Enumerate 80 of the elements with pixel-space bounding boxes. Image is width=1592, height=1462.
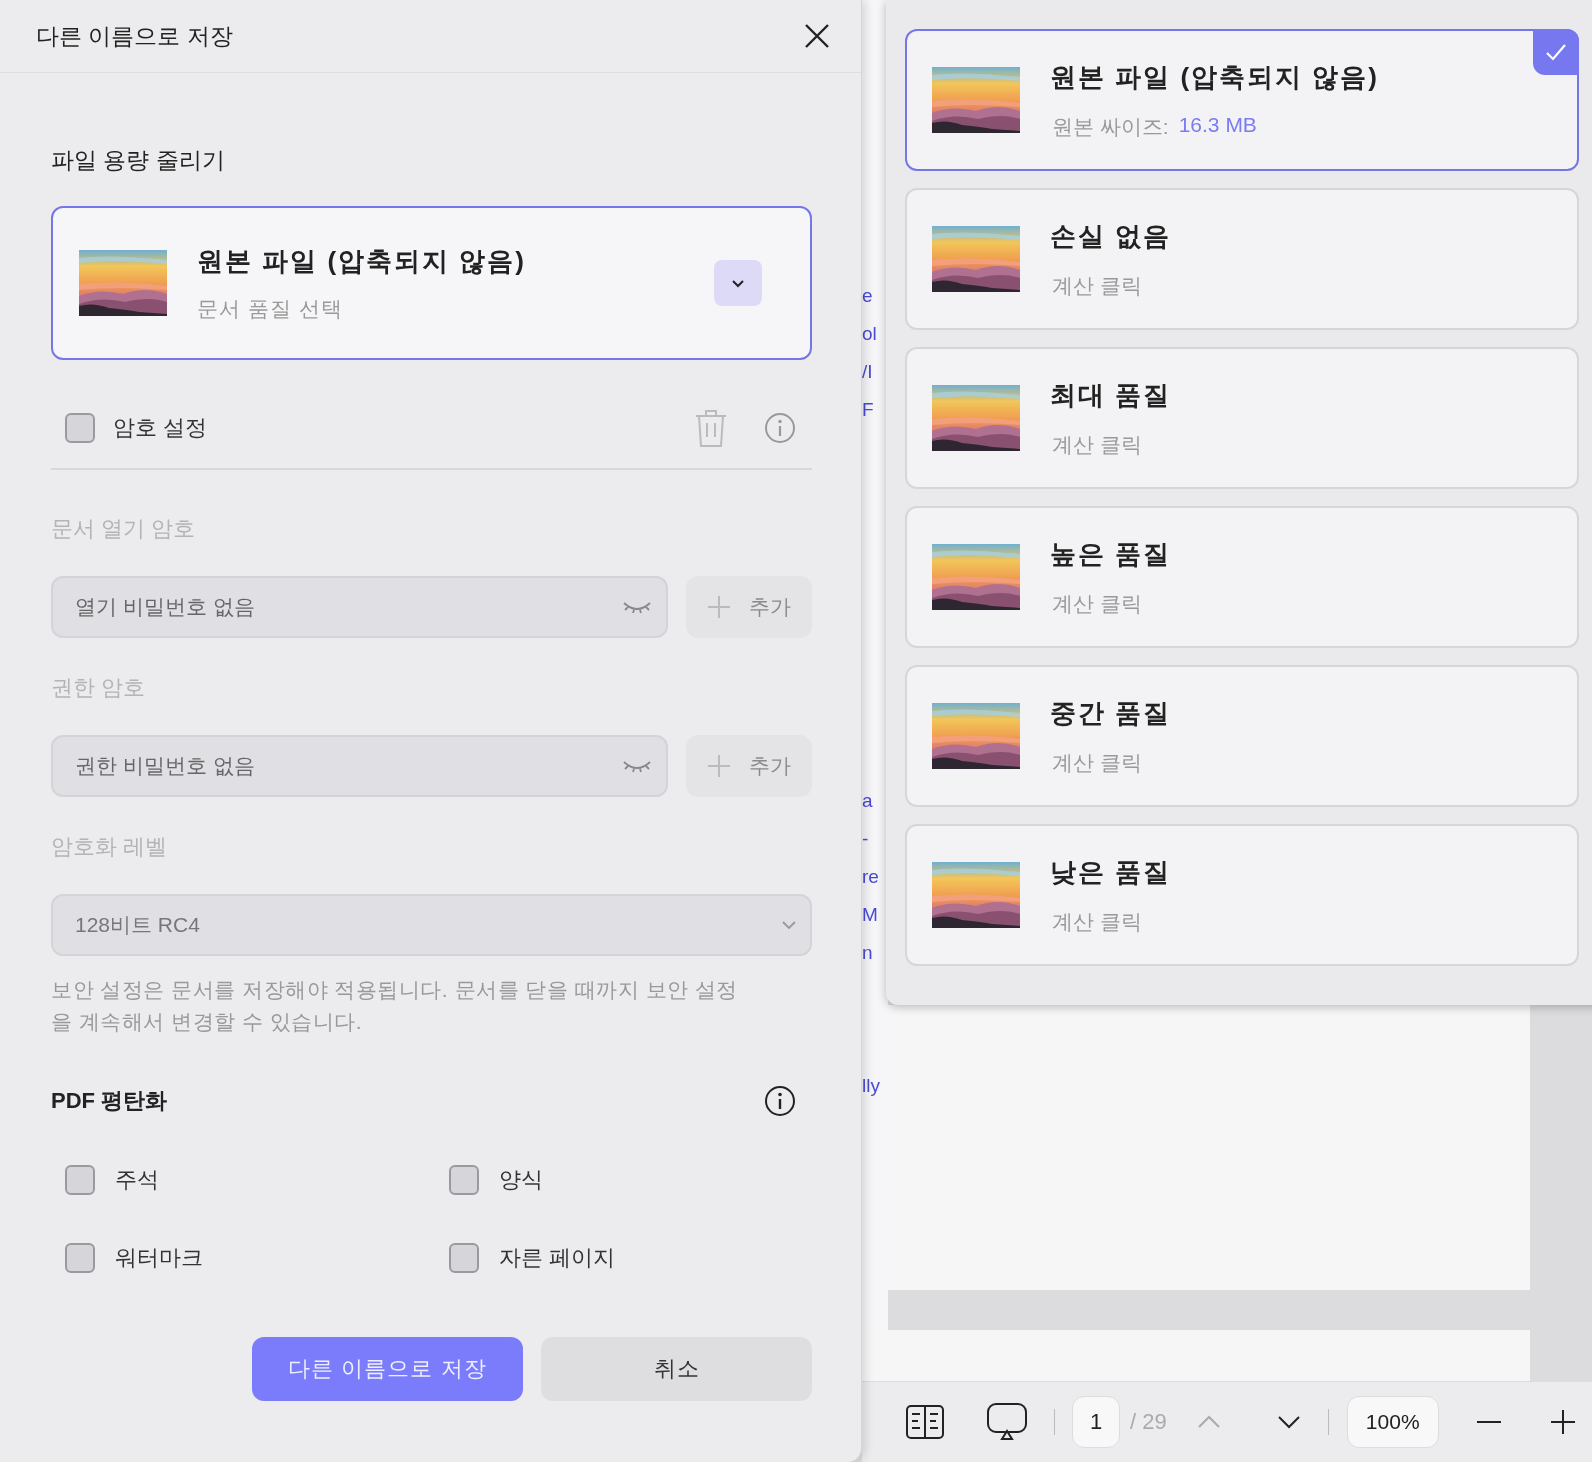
chevron-down-icon bbox=[1276, 1415, 1301, 1429]
dialog-title: 다른 이름으로 저장 bbox=[36, 21, 233, 51]
link-text: a bbox=[862, 790, 874, 812]
option-title: 낮은 품질 bbox=[1050, 855, 1172, 889]
zoom-field[interactable]: 100% bbox=[1346, 1396, 1439, 1448]
checkbox-label: 자른 페이지 bbox=[499, 1244, 616, 1272]
link-text: /I bbox=[862, 361, 874, 383]
link-text: e bbox=[862, 285, 874, 307]
field-value: 권한 비밀번호 없음 bbox=[75, 753, 256, 779]
detail-text: 원본 싸이즈: bbox=[1052, 113, 1169, 140]
quality-option[interactable]: 중간 품질 계산 클릭 bbox=[905, 665, 1579, 807]
link-text: ol bbox=[862, 323, 877, 345]
checkbox[interactable] bbox=[65, 1165, 95, 1195]
link-text: M bbox=[862, 904, 879, 926]
minus-icon bbox=[1476, 1421, 1501, 1423]
field-label: 암호화 레벨 bbox=[51, 833, 169, 861]
chevron-down-icon bbox=[731, 278, 745, 288]
zoom-in-button[interactable] bbox=[1550, 1410, 1575, 1434]
security-note: 보안 설정은 문서를 저장해야 적용됩니다. 문서를 닫을 때까지 보안 설정을 계속해서 변경할 수 있습니다. bbox=[51, 977, 739, 1035]
option-title: 높은 품질 bbox=[1050, 537, 1172, 571]
close-icon bbox=[803, 22, 831, 50]
detail-text: 계산 클릭 bbox=[1052, 749, 1142, 776]
page-number-field[interactable]: 1 bbox=[1072, 1396, 1120, 1448]
checkbox[interactable] bbox=[65, 1243, 95, 1273]
checkbox-label: 암호 설정 bbox=[113, 414, 208, 442]
checkbox-label: 워터마크 bbox=[115, 1244, 203, 1272]
detail-text: 계산 클릭 bbox=[1052, 272, 1142, 299]
closed-eye-icon bbox=[622, 758, 652, 774]
option-title: 중간 품질 bbox=[1050, 696, 1172, 730]
plus-icon bbox=[707, 754, 731, 778]
link-text: F bbox=[862, 399, 875, 421]
link-text: n bbox=[862, 942, 874, 964]
checkbox[interactable] bbox=[449, 1165, 479, 1195]
book-icon bbox=[906, 1405, 944, 1439]
section-title: PDF 평탄화 bbox=[51, 1087, 168, 1115]
quality-title: 원본 파일 (압축되지 않음) bbox=[197, 244, 527, 278]
chevron-up-icon bbox=[1196, 1415, 1221, 1429]
option-title: 최대 품질 bbox=[1050, 378, 1172, 412]
screen-icon bbox=[987, 1403, 1027, 1441]
detail-text: 계산 클릭 bbox=[1052, 590, 1142, 617]
checkbox[interactable] bbox=[449, 1243, 479, 1273]
trash-icon bbox=[694, 408, 728, 448]
plus-icon bbox=[707, 595, 731, 619]
quality-option[interactable]: 손실 없음 계산 클릭 bbox=[905, 188, 1579, 330]
check-icon bbox=[1545, 43, 1567, 61]
plus-icon bbox=[1550, 1410, 1575, 1434]
closed-eye-icon bbox=[622, 599, 652, 615]
field-label: 권한 암호 bbox=[51, 674, 147, 702]
select-value: 128비트 RC4 bbox=[75, 912, 201, 938]
info-icon bbox=[764, 1085, 796, 1117]
checkbox-label: 주석 bbox=[115, 1166, 159, 1194]
reading-mode-button[interactable] bbox=[906, 1405, 944, 1439]
section-title: 파일 용량 줄리기 bbox=[51, 146, 226, 175]
quality-option[interactable]: 낮은 품질 계산 클릭 bbox=[905, 824, 1579, 966]
link-text: - bbox=[862, 828, 870, 850]
checkbox-label: 양식 bbox=[499, 1166, 543, 1194]
quality-option[interactable]: 원본 파일 (압축되지 않음) 원본 싸이즈: 16.3 MB bbox=[905, 29, 1579, 171]
cancel-button[interactable]: 취소 bbox=[541, 1337, 812, 1401]
field-value: 열기 비밀번호 없음 bbox=[75, 594, 256, 620]
link-text: re bbox=[862, 866, 879, 888]
detail-text: 계산 클릭 bbox=[1052, 431, 1142, 458]
quality-card[interactable]: 원본 파일 (압축되지 않음) 문서 품질 선택 bbox=[51, 206, 812, 360]
delete-button[interactable] bbox=[694, 408, 728, 448]
previous-page-button[interactable] bbox=[1196, 1415, 1221, 1429]
file-size: 16.3 MB bbox=[1178, 112, 1257, 138]
next-page-button[interactable] bbox=[1276, 1415, 1301, 1429]
chevron-down-icon bbox=[782, 920, 796, 930]
quality-option[interactable]: 최대 품질 계산 클릭 bbox=[905, 347, 1579, 489]
option-title: 손실 없음 bbox=[1050, 219, 1172, 253]
page-total: / 29 bbox=[1130, 1409, 1167, 1435]
dropdown-button[interactable] bbox=[714, 260, 762, 306]
quality-hint: 문서 품질 선택 bbox=[197, 295, 344, 322]
info-icon bbox=[764, 412, 796, 444]
field-label: 문서 열기 암호 bbox=[51, 515, 197, 543]
present-button[interactable] bbox=[987, 1403, 1027, 1441]
checkbox[interactable] bbox=[65, 413, 95, 443]
link-text: lly bbox=[862, 1075, 880, 1097]
option-title: 원본 파일 (압축되지 않음) bbox=[1050, 60, 1379, 94]
detail-text: 계산 클릭 bbox=[1052, 908, 1142, 935]
quality-option[interactable]: 높은 품질 계산 클릭 bbox=[905, 506, 1579, 648]
